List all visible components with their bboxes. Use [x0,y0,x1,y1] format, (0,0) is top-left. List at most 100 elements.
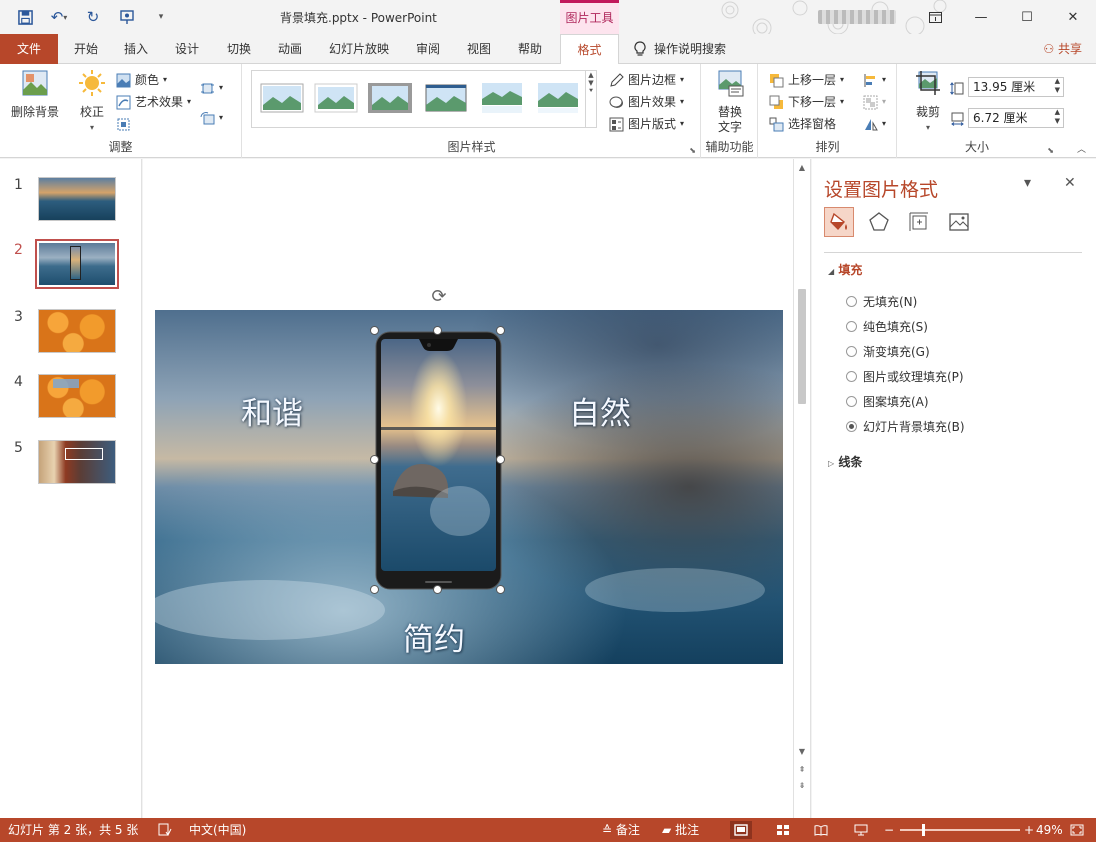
scroll-up-icon[interactable]: ▲ [794,161,810,175]
style-thumb-4[interactable] [424,81,468,115]
fit-to-window-icon[interactable] [1070,818,1084,842]
size-properties-icon[interactable] [904,207,934,237]
style-thumb-1[interactable] [260,81,304,115]
picture-border-button[interactable]: 图片边框 ▾ [609,70,684,90]
resize-handle[interactable] [433,326,442,335]
picture-layout-button[interactable]: 图片版式 ▾ [609,114,684,134]
zoom-out-icon[interactable]: − [884,818,894,842]
width-spinner[interactable]: ▲ ▼ [1055,108,1060,126]
group-objects-button[interactable]: ▾ [863,92,886,112]
line-section-header[interactable]: ▷ 线条 [828,453,862,470]
tab-help[interactable]: 帮助 [510,34,550,64]
fill-option-gradient[interactable]: 渐变填充(G) [846,343,930,360]
rotate-handle-icon[interactable]: ⟳ [429,287,449,307]
pane-close-icon[interactable]: ✕ [1064,175,1076,191]
resize-handle[interactable] [433,585,442,594]
user-account[interactable] [818,10,896,24]
slide-thumb-item-4[interactable]: 4 [0,374,142,430]
slide-thumbnail[interactable] [38,177,116,221]
reading-view-icon[interactable] [810,821,832,839]
height-spinner[interactable]: ▲ ▼ [1055,77,1060,95]
tab-review[interactable]: 审阅 [408,34,448,64]
zoom-slider[interactable] [900,829,1020,831]
width-field[interactable]: 6.72 厘米 ▲ ▼ [968,108,1064,128]
slide-thumb-item-2[interactable]: 2 [0,239,142,298]
collapse-ribbon-icon[interactable]: ︿ [1077,142,1086,155]
rotate-button[interactable]: ▾ [863,114,886,134]
radio-button[interactable] [846,321,857,332]
radio-button-selected[interactable] [846,421,857,432]
effects-pentagon-icon[interactable] [864,207,894,237]
tell-me-search[interactable]: 操作说明搜索 [634,34,726,64]
fill-option-solid[interactable]: 纯色填充(S) [846,318,928,335]
slide-thumbnail[interactable] [38,309,116,353]
crop-button[interactable]: 裁剪 ▾ [908,68,948,135]
slide-thumb-item-1[interactable]: 1 [0,177,142,233]
comments-button[interactable]: ▰ 批注 [662,818,699,842]
compress-pictures-button[interactable]: ▾ [200,78,223,98]
minimize-icon[interactable]: — [958,0,1004,34]
present-icon[interactable] [116,6,138,28]
fill-option-picture[interactable]: 图片或纹理填充(P) [846,368,964,385]
zoom-slider-thumb[interactable] [922,824,925,836]
undo-icon[interactable]: ↶ ▾ [48,6,70,28]
resize-handle[interactable] [496,455,505,464]
fill-section-header[interactable]: ◢ 填充 [828,261,862,278]
resize-handle[interactable] [370,455,379,464]
resize-handle[interactable] [370,326,379,335]
slide-thumb-item-3[interactable]: 3 [0,309,142,365]
slide-text-simple[interactable]: 简约 [403,614,465,659]
ribbon-display-icon[interactable] [912,0,958,34]
tab-slideshow[interactable]: 幻灯片放映 [320,34,398,64]
selection-pane-button[interactable]: 选择窗格 [769,114,836,134]
picture-effects-button[interactable]: 图片效果 ▾ [609,92,684,112]
transparency-button[interactable] [116,114,131,134]
corrections-button[interactable]: 校正 ▾ [72,68,112,135]
redo-icon[interactable]: ↻ [82,6,104,28]
slideshow-view-icon[interactable] [850,821,872,839]
selected-picture[interactable] [375,331,502,590]
language-indicator[interactable]: 中文(中国) [189,818,246,842]
fill-option-none[interactable]: 无填充(N) [846,293,917,310]
style-thumb-6[interactable] [536,81,580,115]
slide-thumb-item-5[interactable]: 5 [0,440,142,496]
picture-icon[interactable] [944,207,974,237]
scroll-down-icon[interactable]: ▼ [794,745,810,759]
reset-picture-button[interactable]: ▾ [200,108,223,128]
tab-insert[interactable]: 插入 [116,34,156,64]
slide-text-nature[interactable]: 自然 [569,388,631,433]
notes-button[interactable]: ≙ 备注 [602,818,640,842]
normal-view-icon[interactable] [730,821,752,839]
style-thumb-2[interactable] [314,81,358,115]
dialog-launcher-icon[interactable]: ⬊ [689,146,696,155]
slide-thumbnail-selected[interactable] [35,239,119,289]
save-icon[interactable] [14,6,36,28]
height-field[interactable]: 13.95 厘米 ▲ ▼ [968,77,1064,97]
style-thumb-5[interactable] [480,81,524,115]
resize-handle[interactable] [370,585,379,594]
zoom-in-icon[interactable]: + [1024,818,1034,842]
resize-handle[interactable] [496,585,505,594]
resize-handle[interactable] [496,326,505,335]
slide-sorter-icon[interactable] [772,821,794,839]
bring-forward-button[interactable]: 上移一层 ▾ [769,70,844,90]
fill-option-slide-background[interactable]: 幻灯片背景填充(B) [846,418,965,435]
previous-slide-icon[interactable]: ⇞ [794,763,810,777]
close-icon[interactable]: ✕ [1050,0,1096,34]
color-button[interactable]: 颜色 ▾ [116,70,167,90]
radio-button[interactable] [846,296,857,307]
zoom-level[interactable]: 49% [1036,818,1063,842]
tab-design[interactable]: 设计 [167,34,207,64]
gallery-scroll[interactable]: ▲ ▼ ⯆ [585,70,597,128]
tab-home[interactable]: 开始 [66,34,106,64]
vertical-scrollbar[interactable]: ▲ ▼ ⇞ ⇟ [793,159,810,818]
next-slide-icon[interactable]: ⇟ [794,779,810,793]
customize-qat-icon[interactable]: ▾ [150,6,172,28]
fill-option-pattern[interactable]: 图案填充(A) [846,393,929,410]
maximize-icon[interactable]: ☐ [1004,0,1050,34]
radio-button[interactable] [846,346,857,357]
slide-text-harmony[interactable]: 和谐 [241,388,303,433]
send-backward-button[interactable]: 下移一层 ▾ [769,92,844,112]
tab-view[interactable]: 视图 [459,34,499,64]
size-dialog-launcher-icon[interactable]: ⬊ [1047,146,1054,155]
